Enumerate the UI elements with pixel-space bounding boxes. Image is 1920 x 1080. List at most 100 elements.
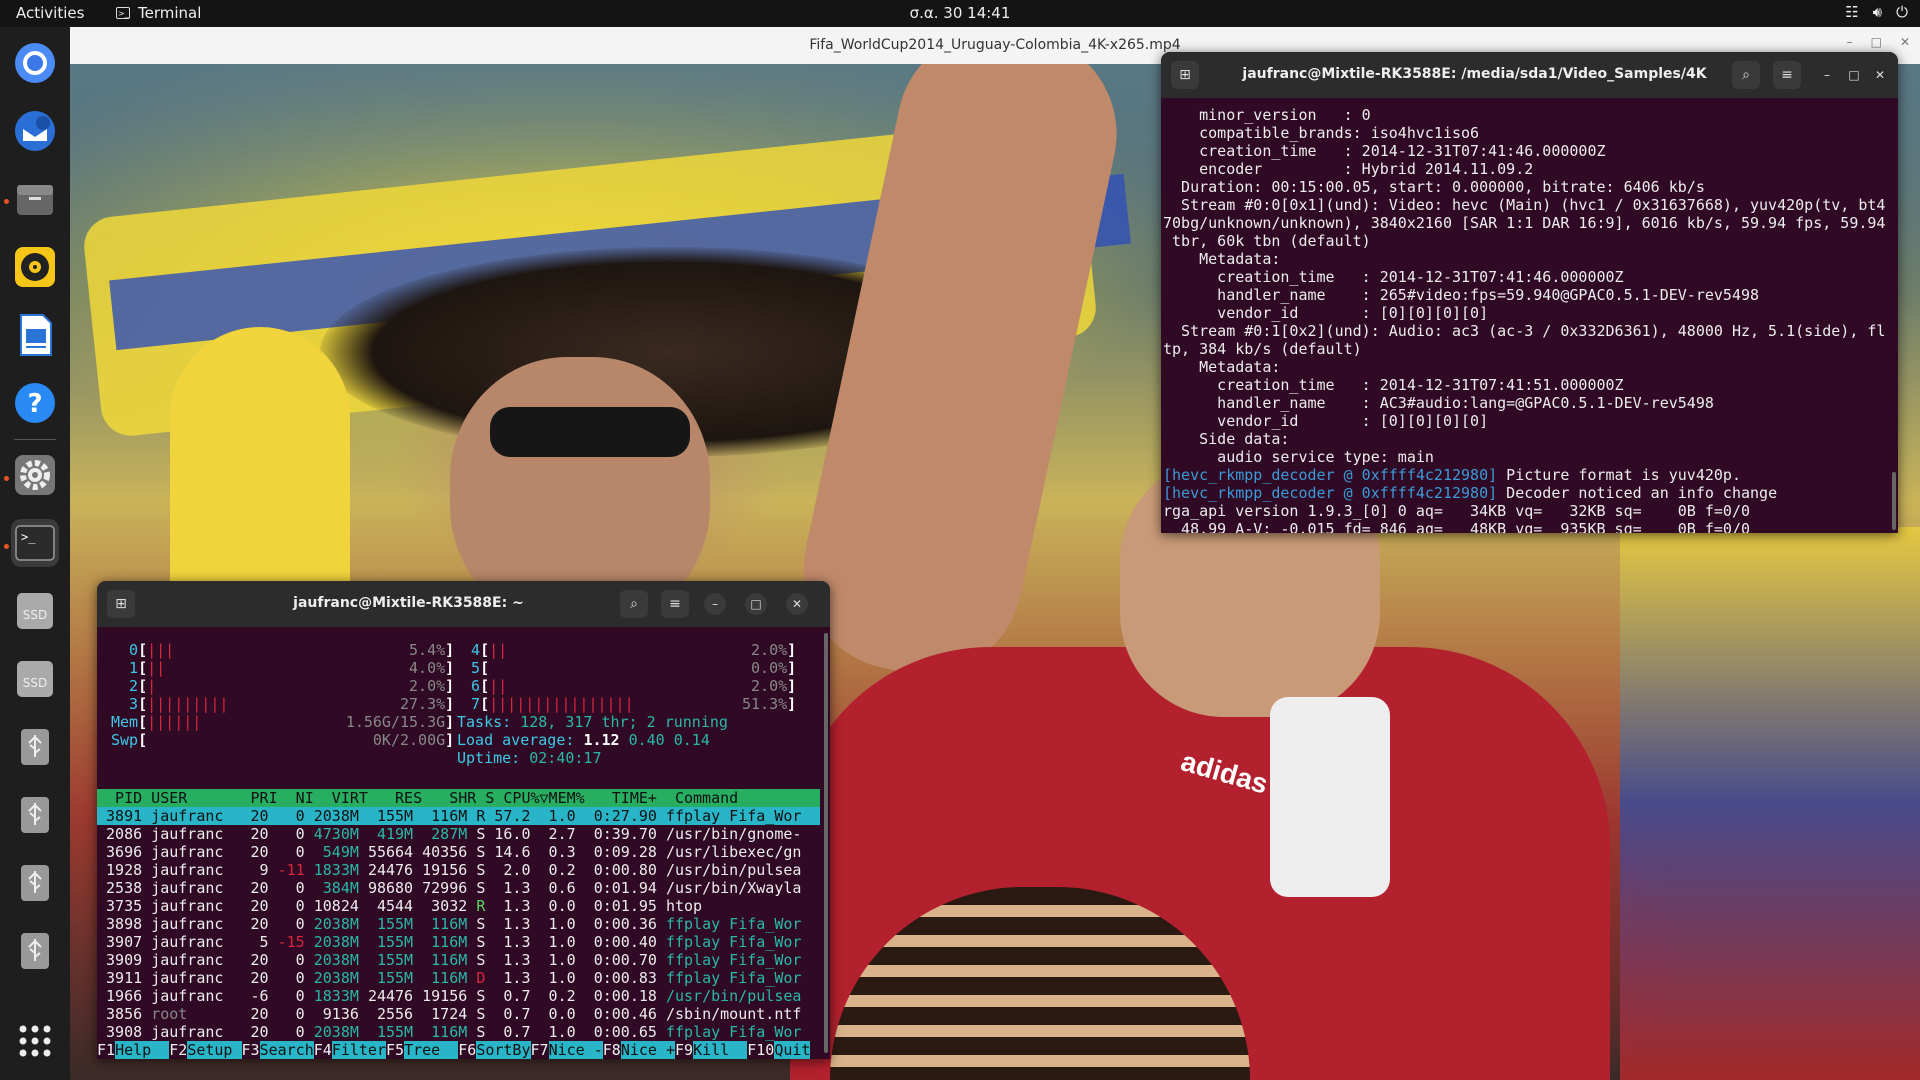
fkey-label[interactable]: Nice + bbox=[620, 1041, 675, 1059]
fkey-label[interactable]: Setup bbox=[187, 1041, 242, 1059]
minimize-icon[interactable]: – bbox=[1816, 64, 1838, 86]
bracket: ] bbox=[787, 659, 797, 677]
process-user: jaufranc bbox=[151, 969, 233, 987]
process-row[interactable]: 3911 jaufranc 20 0 2038M 155M 116M D 1.3… bbox=[97, 969, 820, 987]
search-icon[interactable]: ⌕ bbox=[620, 590, 648, 618]
chromium-icon[interactable] bbox=[11, 39, 59, 87]
settings-icon[interactable] bbox=[11, 451, 59, 499]
help-icon[interactable]: ? bbox=[11, 379, 59, 427]
menu-icon[interactable]: ≡ bbox=[661, 590, 689, 618]
usb-drive-icon[interactable] bbox=[11, 723, 59, 771]
files-icon[interactable] bbox=[11, 175, 59, 223]
process-ni: 0 bbox=[277, 879, 305, 897]
process-pid: 1966 bbox=[97, 987, 143, 1005]
process-row[interactable]: 3696 jaufranc 20 0 549M 55664 40356 S 14… bbox=[97, 843, 820, 861]
process-time: 0:00.18 bbox=[584, 987, 657, 1005]
process-command: /sbin/mount.ntf bbox=[665, 1005, 802, 1023]
fkey: F10 bbox=[747, 1041, 775, 1059]
fkey: F4 bbox=[313, 1041, 332, 1059]
padding bbox=[507, 641, 751, 659]
fkey-label[interactable]: SortBy bbox=[476, 1041, 531, 1059]
fkey-label[interactable]: Nice - bbox=[548, 1041, 603, 1059]
clock[interactable]: σ.α. 30 14:41 bbox=[0, 4, 1920, 22]
fkey-label[interactable]: Search bbox=[259, 1041, 314, 1059]
process-virt: 4730M bbox=[313, 825, 359, 843]
process-row[interactable]: 1928 jaufranc 9 -11 1833M 24476 19156 S … bbox=[97, 861, 820, 879]
terminal-titlebar[interactable]: ⊞ jaufranc@Mixtile-RK3588E: /media/sda1/… bbox=[1161, 52, 1898, 98]
bracket: [ bbox=[138, 677, 148, 695]
process-table-header[interactable]: PID USER PRI NI VIRT RES SHR S CPU%▽MEM%… bbox=[97, 789, 820, 807]
process-row[interactable]: 2086 jaufranc 20 0 4730M 419M 287M S 16.… bbox=[97, 825, 820, 843]
padding bbox=[147, 731, 373, 749]
process-mem: 1.0 bbox=[539, 807, 576, 825]
usb-drive-icon[interactable] bbox=[11, 791, 59, 839]
terminal-line: encoder : Hybrid 2014.11.09.2 bbox=[1163, 160, 1534, 178]
process-res: 2556 bbox=[367, 1005, 414, 1023]
htop-terminal-window[interactable]: ⊞ jaufranc@Mixtile-RK3588E: ~ ⌕ ≡ – □ ✕ … bbox=[97, 581, 830, 1059]
scrollbar[interactable] bbox=[1892, 472, 1896, 530]
svg-text:SSD: SSD bbox=[23, 676, 47, 690]
scrollbar[interactable] bbox=[824, 633, 828, 1053]
process-time: 0:00.83 bbox=[584, 969, 657, 987]
usb-drive-icon[interactable] bbox=[11, 859, 59, 907]
system-tray[interactable]: ☷ 🔊︎ ⏻ bbox=[1845, 3, 1908, 21]
htop-output[interactable]: 0[||| 5.4%] 1[|| 4.0%] 2[| 2.0%] 3[|||||… bbox=[97, 627, 830, 1059]
fkey-label[interactable]: Tree bbox=[404, 1041, 459, 1059]
writer-icon[interactable] bbox=[11, 311, 59, 359]
close-icon[interactable]: ✕ bbox=[1900, 35, 1910, 49]
power-icon: ⏻ bbox=[1896, 3, 1908, 21]
process-res: 155M bbox=[367, 915, 414, 933]
minimize-icon[interactable]: – bbox=[1847, 35, 1853, 49]
ssd-drive-icon[interactable]: SSD bbox=[11, 587, 59, 635]
rhythmbox-icon[interactable] bbox=[11, 243, 59, 291]
maximize-icon[interactable]: □ bbox=[1871, 35, 1882, 49]
process-row[interactable]: 3908 jaufranc 20 0 2038M 155M 116M S 0.7… bbox=[97, 1023, 820, 1041]
process-pri: -6 bbox=[241, 987, 269, 1005]
process-command: ffplay Fifa_Wor bbox=[665, 915, 802, 933]
process-time: 0:09.28 bbox=[584, 843, 657, 861]
fkey-label[interactable]: Help bbox=[115, 1041, 170, 1059]
process-row[interactable]: 2538 jaufranc 20 0 384M 98680 72996 S 1.… bbox=[97, 879, 820, 897]
process-s: S bbox=[476, 825, 486, 843]
process-s: S bbox=[476, 1005, 486, 1023]
usb-drive-icon[interactable] bbox=[11, 927, 59, 975]
close-icon[interactable]: ✕ bbox=[786, 593, 808, 615]
minimize-icon[interactable]: – bbox=[704, 593, 726, 615]
process-row[interactable]: 3909 jaufranc 20 0 2038M 155M 116M S 1.3… bbox=[97, 951, 820, 969]
process-command: ffplay Fifa_Wor bbox=[665, 807, 802, 825]
process-mem: 0.0 bbox=[539, 1005, 576, 1023]
process-cpu: 1.3 bbox=[494, 933, 531, 951]
process-row[interactable]: 3907 jaufranc 5 -15 2038M 155M 116M S 1.… bbox=[97, 933, 820, 951]
process-row[interactable]: 3891 jaufranc 20 0 2038M 155M 116M R 57.… bbox=[97, 807, 820, 825]
terminal-line: creation_time : 2014-12-31T07:41:51.0000… bbox=[1163, 376, 1624, 394]
apps-grid-icon[interactable] bbox=[11, 1017, 59, 1065]
meter-label: 3 bbox=[111, 695, 139, 713]
fkey-label[interactable]: Quit bbox=[774, 1041, 811, 1059]
new-tab-icon[interactable]: ⊞ bbox=[107, 590, 135, 618]
ssd-drive-icon[interactable]: SSD bbox=[11, 655, 59, 703]
maximize-icon[interactable]: □ bbox=[1843, 64, 1865, 86]
fkey: F1 bbox=[97, 1041, 116, 1059]
process-row[interactable]: 3856 root 20 0 9136 2556 1724 S 0.7 0.0 … bbox=[97, 1005, 820, 1023]
process-ni: -15 bbox=[277, 933, 305, 951]
terminal-icon[interactable]: >_ bbox=[11, 519, 59, 567]
fkey-label[interactable]: Kill bbox=[693, 1041, 748, 1059]
menu-icon[interactable]: ≡ bbox=[1773, 61, 1801, 89]
maximize-icon[interactable]: □ bbox=[745, 593, 767, 615]
fkey-label[interactable]: Filter bbox=[331, 1041, 386, 1059]
process-pri: 20 bbox=[241, 915, 269, 933]
new-tab-icon[interactable]: ⊞ bbox=[1171, 61, 1199, 89]
process-cpu: 1.3 bbox=[494, 897, 531, 915]
close-icon[interactable]: ✕ bbox=[1869, 64, 1891, 86]
terminal-output[interactable]: minor_version : 0 compatible_brands: iso… bbox=[1161, 98, 1898, 533]
process-row[interactable]: 3735 jaufranc 20 0 10824 4544 3032 R 1.3… bbox=[97, 897, 820, 915]
process-row[interactable]: 3898 jaufranc 20 0 2038M 155M 116M S 1.3… bbox=[97, 915, 820, 933]
terminal-titlebar[interactable]: ⊞ jaufranc@Mixtile-RK3588E: ~ ⌕ ≡ – □ ✕ bbox=[97, 581, 830, 627]
ffplay-terminal-window[interactable]: ⊞ jaufranc@Mixtile-RK3588E: /media/sda1/… bbox=[1161, 52, 1898, 533]
thunderbird-icon[interactable] bbox=[11, 107, 59, 155]
svg-text:?: ? bbox=[27, 389, 42, 419]
process-time: 0:27.90 bbox=[584, 807, 657, 825]
terminal-line: audio service type: main bbox=[1163, 448, 1434, 466]
process-row[interactable]: 1966 jaufranc -6 0 1833M 24476 19156 S 0… bbox=[97, 987, 820, 1005]
search-icon[interactable]: ⌕ bbox=[1732, 61, 1760, 89]
